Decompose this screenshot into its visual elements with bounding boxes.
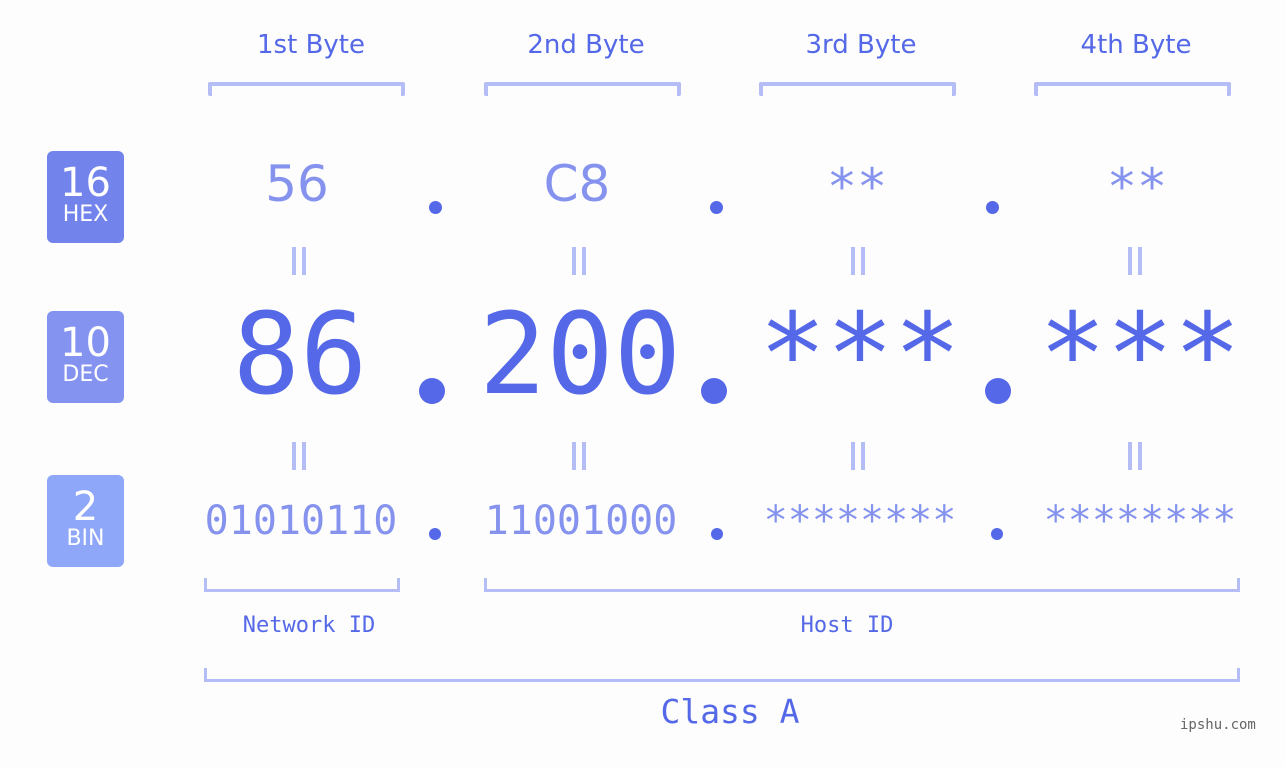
host-id-label: Host ID (800, 613, 894, 638)
hex-byte-1: 56 (265, 155, 329, 213)
class-label: Class A (660, 692, 800, 731)
bin-badge-label: BIN (66, 526, 105, 551)
bin-separator-dot-3 (991, 528, 1003, 540)
network-id-bracket (204, 578, 400, 592)
hex-byte-4: ** (1106, 158, 1168, 216)
dec-badge-number: 10 (60, 320, 111, 366)
hex-badge-number: 16 (60, 160, 111, 206)
bin-byte-1: 01010110 (204, 498, 398, 544)
byte-bracket-4 (1034, 82, 1231, 96)
bin-byte-3: ******** (763, 498, 957, 544)
equals-icon (1128, 442, 1142, 470)
byte-header-4: 4th Byte (1080, 30, 1192, 60)
watermark: ipshu.com (1180, 717, 1256, 733)
dec-badge: 10 DEC (47, 311, 124, 403)
hex-byte-3: ** (826, 158, 888, 216)
bin-separator-dot-1 (429, 528, 441, 540)
byte-header-3: 3rd Byte (805, 30, 917, 60)
hex-badge: 16 HEX (47, 151, 124, 243)
equals-icon (851, 442, 865, 470)
dec-badge-label: DEC (62, 362, 109, 387)
equals-icon (851, 247, 865, 275)
equals-icon (572, 247, 586, 275)
byte-header-2: 2nd Byte (527, 30, 645, 60)
dec-separator-dot-1 (419, 378, 445, 404)
equals-icon (292, 247, 306, 275)
equals-icon (1128, 247, 1142, 275)
bin-byte-2: 11001000 (484, 498, 678, 544)
bin-badge: 2 BIN (47, 475, 124, 567)
dec-byte-4: *** (1038, 290, 1242, 420)
bin-byte-4: ******** (1043, 498, 1237, 544)
byte-bracket-1 (208, 82, 405, 96)
byte-bracket-2 (484, 82, 681, 96)
hex-separator-dot-3 (986, 201, 999, 214)
bin-separator-dot-2 (711, 528, 723, 540)
hex-byte-2: C8 (543, 155, 611, 213)
host-id-bracket (484, 578, 1240, 592)
class-bracket (204, 668, 1240, 682)
hex-badge-label: HEX (62, 202, 109, 227)
hex-separator-dot-1 (429, 201, 442, 214)
bin-badge-number: 2 (72, 484, 99, 530)
dec-byte-3: *** (758, 290, 962, 420)
equals-icon (292, 442, 306, 470)
dec-byte-1: 86 (232, 290, 368, 420)
equals-icon (572, 442, 586, 470)
network-id-label: Network ID (242, 613, 376, 638)
byte-bracket-3 (759, 82, 956, 96)
dec-separator-dot-2 (701, 378, 727, 404)
hex-separator-dot-2 (710, 201, 723, 214)
dec-separator-dot-3 (985, 378, 1011, 404)
byte-header-1: 1st Byte (257, 30, 365, 60)
dec-byte-2: 200 (478, 290, 682, 420)
